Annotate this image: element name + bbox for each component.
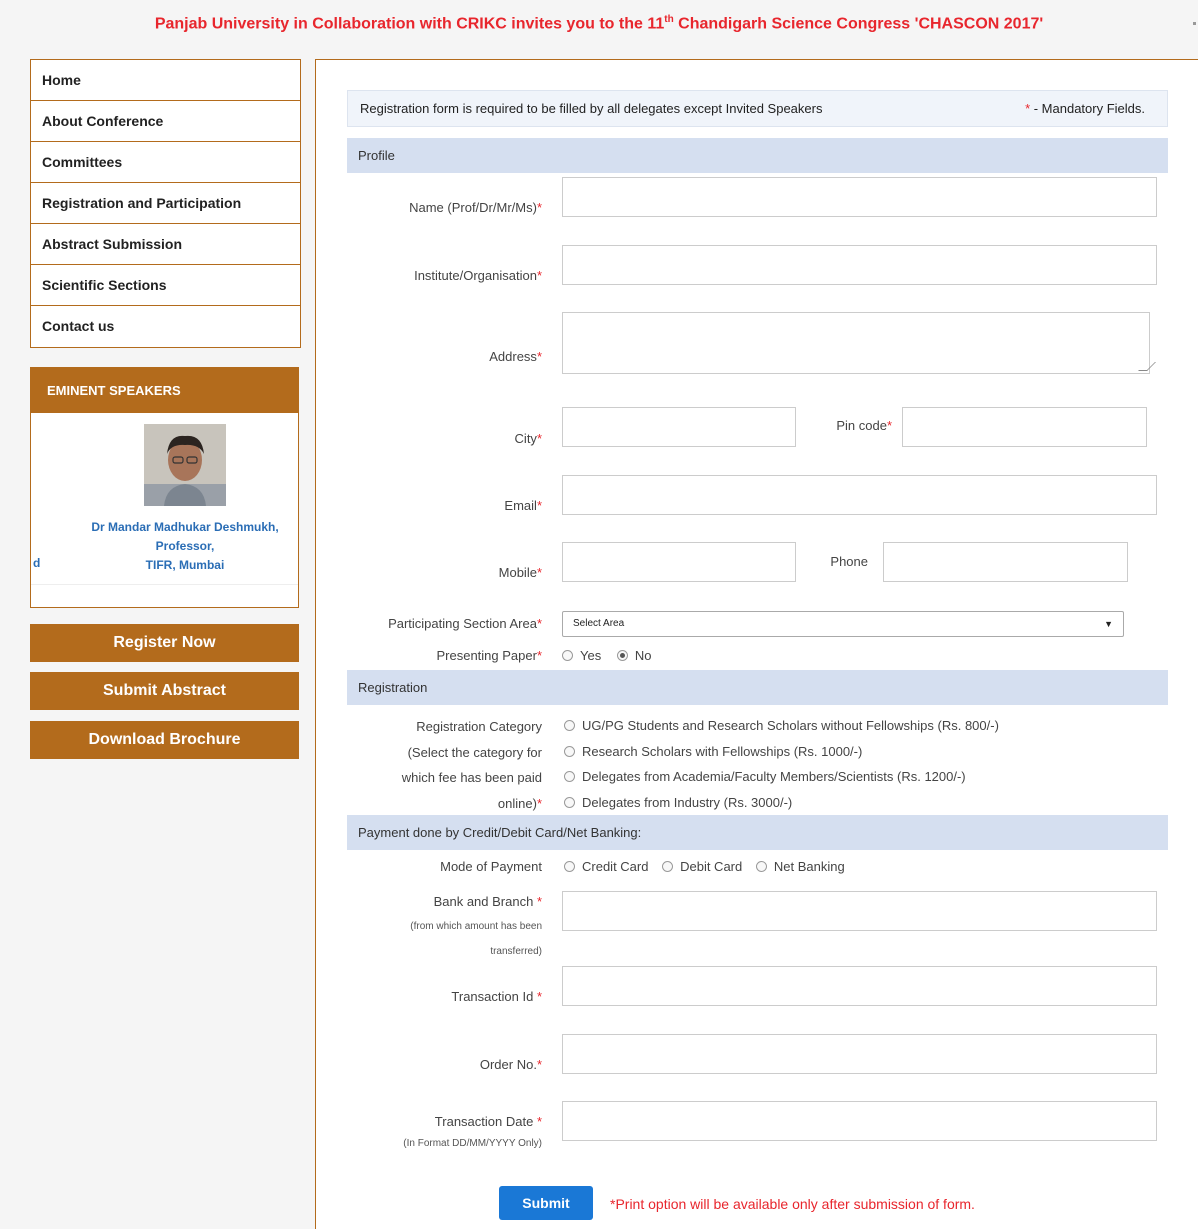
sidebar-nav: Home About Conference Committees Registr…	[30, 59, 301, 348]
reg-option-radio[interactable]	[564, 745, 575, 757]
nav-about-conference[interactable]: About Conference	[31, 101, 300, 142]
transaction-date-input[interactable]	[562, 1101, 1157, 1141]
eminent-speakers-panel: EMINENT SPEAKERS Dr Mandar Madhukar Desh…	[30, 367, 299, 608]
scroll-marker	[1193, 22, 1196, 25]
reg-option-academia[interactable]: Delegates from Academia/Faculty Members/…	[564, 764, 999, 790]
city-label: City*	[514, 431, 542, 446]
nav-contact-us[interactable]: Contact us	[31, 306, 300, 347]
registration-form: Registration form is required to be fill…	[315, 59, 1198, 1229]
credit-card-label: Credit Card	[582, 859, 649, 874]
section-registration: Registration	[347, 670, 1168, 705]
address-textarea[interactable]	[562, 312, 1156, 374]
speaker-name: Dr Mandar Madhukar Deshmukh,	[91, 520, 279, 534]
debit-card-label: Debit Card	[680, 859, 743, 874]
email-input[interactable]	[562, 475, 1157, 515]
reg-option-scholars-fellowship[interactable]: Research Scholars with Fellowships (Rs. …	[564, 739, 999, 765]
carousel-fragment: d	[33, 556, 41, 570]
credit-card-radio[interactable]	[564, 861, 575, 873]
address-label: Address*	[489, 349, 542, 364]
name-input[interactable]	[562, 177, 1157, 217]
chevron-down-icon: ▼	[1104, 619, 1113, 629]
institute-label: Institute/Organisation*	[414, 268, 542, 283]
transaction-date-label: Transaction Date * (In Format DD/MM/YYYY…	[403, 1114, 542, 1149]
name-label: Name (Prof/Dr/Mr/Ms)*	[409, 200, 542, 215]
mode-options: Credit Card Debit Card Net Banking	[564, 859, 845, 874]
nav-registration[interactable]: Registration and Participation	[31, 183, 300, 224]
speaker-role: Professor,	[155, 539, 215, 553]
reg-option-radio[interactable]	[564, 720, 575, 732]
resize-handle[interactable]	[1138, 362, 1156, 371]
net-banking-radio[interactable]	[755, 861, 767, 873]
mobile-label: Mobile*	[498, 565, 542, 580]
reg-option-ug-pg[interactable]: UG/PG Students and Research Scholars wit…	[564, 713, 999, 739]
mandatory-text: - Mandatory Fields.	[1030, 101, 1145, 116]
submit-abstract-button[interactable]: Submit Abstract	[30, 672, 299, 710]
nav-abstract-submission[interactable]: Abstract Submission	[31, 224, 300, 265]
transaction-id-input[interactable]	[562, 966, 1157, 1006]
mode-label: Mode of Payment	[440, 859, 542, 874]
download-brochure-button[interactable]: Download Brochure	[30, 721, 299, 759]
section-profile: Profile	[347, 138, 1168, 173]
reg-option-radio[interactable]	[564, 796, 575, 808]
mobile-input[interactable]	[562, 542, 796, 582]
debit-card-radio[interactable]	[662, 861, 674, 873]
speaker-caption[interactable]: Dr Mandar Madhukar Deshmukh, Professor, …	[71, 518, 299, 575]
speaker-photo	[144, 424, 226, 506]
reg-option-radio[interactable]	[564, 771, 575, 783]
area-label: Participating Section Area*	[388, 616, 542, 631]
section-payment: Payment done by Credit/Debit Card/Net Ba…	[347, 815, 1168, 850]
phone-input[interactable]	[883, 542, 1128, 582]
email-label: Email*	[504, 498, 542, 513]
nav-committees[interactable]: Committees	[31, 142, 300, 183]
paper-no-label: No	[634, 648, 652, 663]
institute-input[interactable]	[562, 245, 1157, 285]
register-now-button[interactable]: Register Now	[30, 624, 299, 662]
mandatory-legend: * - Mandatory Fields.	[1025, 91, 1145, 126]
order-no-input[interactable]	[562, 1034, 1157, 1074]
paper-yes-label: Yes	[580, 648, 602, 663]
reg-option-industry[interactable]: Delegates from Industry (Rs. 3000/-)	[564, 790, 999, 816]
form-notice: Registration form is required to be fill…	[347, 90, 1168, 127]
pin-label: Pin code*	[836, 418, 892, 433]
notice-text: Registration form is required to be fill…	[360, 101, 823, 116]
speaker-org: TIFR, Mumbai	[145, 558, 225, 572]
net-banking-label: Net Banking	[773, 859, 845, 874]
pin-input[interactable]	[902, 407, 1147, 447]
bank-branch-input[interactable]	[562, 891, 1157, 931]
registration-category-label: Registration Category (Select the catego…	[401, 719, 542, 811]
city-input[interactable]	[562, 407, 796, 447]
registration-category-options: UG/PG Students and Research Scholars wit…	[564, 713, 999, 815]
order-no-label: Order No.*	[479, 1057, 542, 1072]
conference-banner: Panjab University in Collaboration with …	[154, 14, 1044, 33]
paper-no-radio[interactable]	[616, 650, 628, 662]
phone-label: Phone	[830, 554, 868, 569]
submit-button[interactable]: Submit	[499, 1186, 593, 1220]
nav-scientific-sections[interactable]: Scientific Sections	[31, 265, 300, 306]
speakers-heading: EMINENT SPEAKERS	[31, 368, 298, 413]
section-area-select[interactable]: Select Area ▼	[562, 611, 1124, 637]
print-note: *Print option will be available only aft…	[610, 1196, 975, 1212]
nav-home[interactable]: Home	[31, 60, 300, 101]
bank-label: Bank and Branch * (from which amount has…	[410, 894, 542, 957]
divider	[31, 584, 298, 585]
paper-label: Presenting Paper*	[436, 648, 542, 663]
paper-yes-radio[interactable]	[562, 650, 573, 662]
paper-options: Yes No	[562, 648, 651, 663]
transaction-id-label: Transaction Id *	[451, 989, 542, 1004]
